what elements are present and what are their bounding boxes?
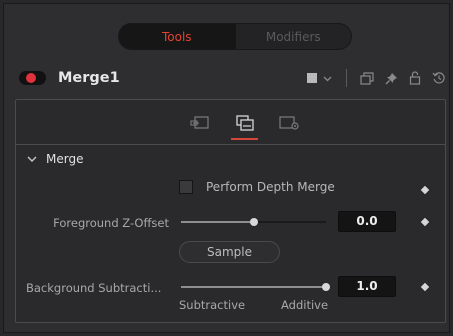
inspector-tab-switch: Tools Modifiers (118, 23, 352, 50)
keyframe-diamond-bg-subtraction[interactable] (420, 282, 430, 292)
reset-icon[interactable] (432, 71, 446, 85)
node-header: Merge1 (16, 66, 446, 90)
section-header-merge[interactable]: Merge (27, 152, 83, 166)
versions-icon[interactable] (360, 71, 374, 85)
bg-subtraction-slider-handle[interactable] (322, 283, 330, 291)
section-title: Merge (46, 152, 84, 166)
enabled-dot-icon (26, 73, 36, 83)
merge-controls-icon (189, 116, 209, 129)
tab-tools[interactable]: Tools (119, 24, 235, 49)
node-name: Merge1 (58, 70, 120, 86)
color-swatch-icon[interactable] (307, 73, 317, 83)
subtractive-label: Subtractive (179, 298, 246, 312)
chevron-down-icon[interactable] (323, 74, 332, 83)
depth-merge-label: Perform Depth Merge (206, 180, 335, 194)
sample-button[interactable]: Sample (179, 241, 280, 263)
additive-label: Additive (281, 298, 329, 312)
bg-subtraction-slider-fill (181, 286, 326, 288)
tab-channels[interactable] (222, 110, 267, 140)
bg-subtraction-value[interactable]: 1.0 (338, 276, 396, 297)
fg-z-offset-slider-fill (181, 221, 254, 223)
keyframe-diamond-depth-merge[interactable] (420, 185, 430, 195)
header-divider (346, 69, 347, 87)
bg-subtraction-label: Background Subtracti... (26, 281, 162, 295)
fg-z-offset-value[interactable]: 0.0 (338, 211, 396, 232)
tab-settings[interactable] (267, 110, 312, 136)
fg-z-offset-label: Foreground Z-Offset (53, 216, 169, 230)
control-subtabs (177, 110, 312, 140)
keyframe-diamond-fg-z-offset[interactable] (420, 217, 430, 227)
depth-merge-checkbox[interactable] (179, 180, 193, 194)
fg-z-offset-slider-handle[interactable] (249, 218, 258, 226)
chevron-down-icon (27, 156, 37, 162)
node-enable-toggle[interactable] (19, 71, 46, 85)
tab-modifiers[interactable]: Modifiers (234, 24, 352, 49)
header-icons (296, 66, 446, 90)
depth-merge-checkbox-row[interactable]: Perform Depth Merge (179, 180, 335, 194)
controls-panel: Merge Perform Depth Merge Foreground Z-O… (15, 99, 446, 323)
lock-icon[interactable] (409, 71, 421, 85)
fg-z-offset-slider[interactable] (181, 218, 326, 226)
subtab-divider (16, 144, 445, 145)
settings-icon (278, 116, 299, 130)
inspector-window: Tools Modifiers Merge1 Merge Perform Dep… (3, 3, 450, 333)
bg-subtraction-slider[interactable] (181, 283, 330, 291)
tab-merge-controls[interactable] (177, 110, 222, 136)
channels-icon (235, 115, 254, 131)
pin-icon[interactable] (385, 72, 398, 85)
